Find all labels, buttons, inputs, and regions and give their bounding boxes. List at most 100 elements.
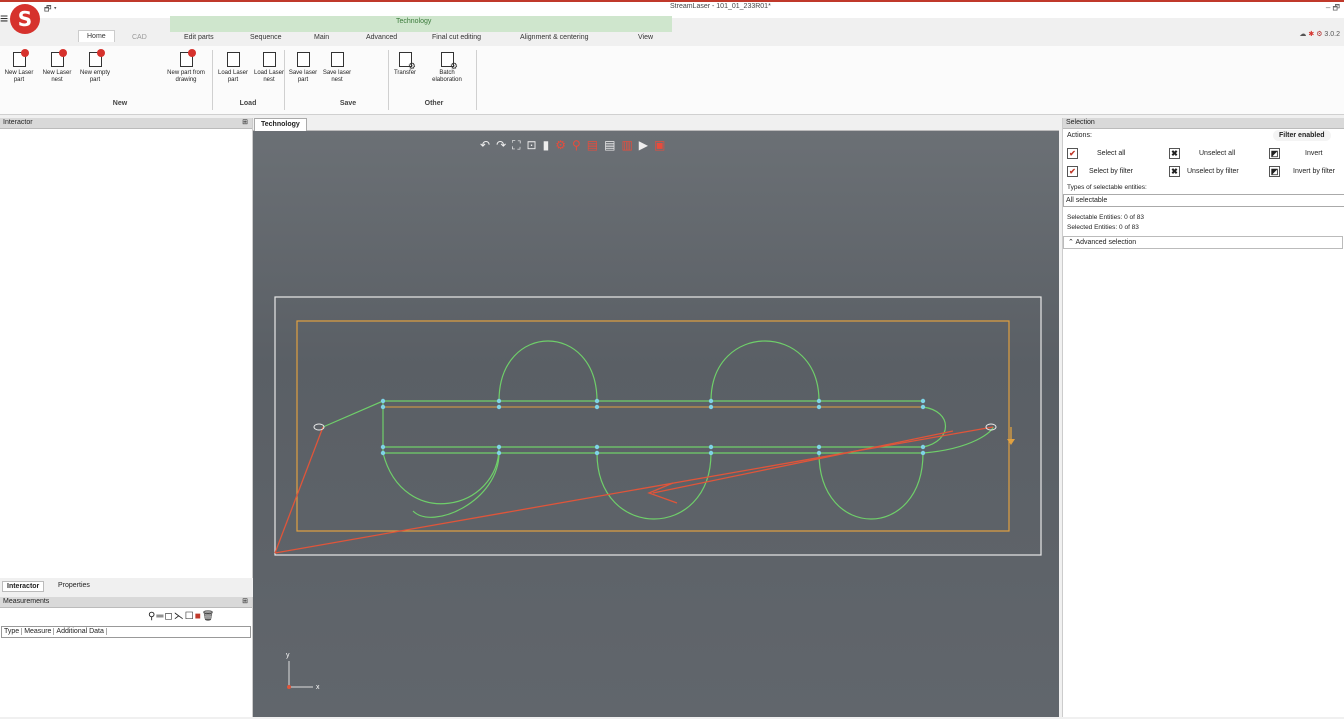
rectangle-measure-icon[interactable]: ◻: [164, 611, 173, 622]
redo-icon[interactable]: ↷: [496, 138, 512, 152]
types-label: Types of selectable entities:: [1067, 184, 1147, 191]
undo-icon[interactable]: ↶: [480, 138, 496, 152]
new-laser-nest-button[interactable]: New Laser nest: [38, 49, 76, 84]
red-box-measure-icon[interactable]: ■: [195, 611, 202, 622]
measurement-tools: ⚲═◻⋋☐■🗑: [148, 611, 215, 622]
panel-tabs: Interactor Properties: [0, 578, 252, 594]
new-empty-part-button[interactable]: New empty part: [76, 49, 114, 84]
load-laser-part-button[interactable]: Load Laser part: [214, 50, 252, 84]
pin-tool-icon[interactable]: ⚲: [572, 138, 587, 152]
tab-alignment-centering[interactable]: Alignment & centering: [520, 34, 588, 41]
pin-icon[interactable]: ⊞: [242, 118, 252, 128]
axis-y-label: y: [286, 652, 290, 659]
chevron-up-icon: ⌃: [1068, 239, 1074, 246]
angle-measure-icon[interactable]: ⋋: [174, 611, 185, 622]
ribbon-separator: [476, 50, 477, 110]
pin-icon[interactable]: ⊞: [242, 597, 252, 607]
save-view-icon[interactable]: ▣: [654, 138, 671, 152]
column-measure[interactable]: Measure: [22, 628, 55, 635]
transfer-icon: ⚙: [397, 52, 416, 71]
save-laser-nest-button[interactable]: Save laser nest: [318, 50, 356, 84]
transfer-button[interactable]: ⚙ Transfer: [386, 50, 424, 77]
column-type[interactable]: Type: [2, 628, 23, 635]
camera-icon[interactable]: ▶: [639, 138, 654, 152]
part-outline: [296, 320, 1010, 532]
status-area: ☁ ✱ ⚙ 3.0.2: [1299, 30, 1340, 38]
tab-main[interactable]: Main: [314, 34, 329, 41]
invert-by-filter-button[interactable]: ◩ Invert by filter: [1269, 166, 1335, 177]
window-title: StreamLaser - 101_01_233R01*: [670, 3, 771, 10]
unselect-all-button[interactable]: ✖ Unselect all: [1169, 148, 1235, 159]
dwg-icon: [178, 49, 196, 68]
delete-icon[interactable]: ▮: [543, 138, 556, 152]
selection-buttons-row-1: ✔ Select all ✖ Unselect all ◩ Invert: [1063, 148, 1344, 159]
check-icon: ✔: [1067, 148, 1078, 159]
unselect-by-filter-button[interactable]: ✖ Unselect by filter: [1169, 166, 1239, 177]
fit-all-icon[interactable]: ⛶: [512, 138, 526, 152]
cad-drawing: x y: [274, 296, 1042, 691]
filter-enabled-toggle[interactable]: Filter enabled: [1273, 130, 1331, 141]
group-new-label: New: [112, 100, 128, 107]
cross-icon: ✖: [1169, 166, 1180, 177]
group-other-label: Other: [424, 100, 444, 107]
quick-access-toolbar[interactable]: 🗗 ▾: [44, 3, 57, 17]
selection-buttons-row-2: ✔ Select by filter ✖ Unselect by filter ◩ I…: [1063, 166, 1344, 177]
viewport-toolbar: ↶↷⛶⊡▮⚙⚲▤▤▥▶▣: [480, 138, 671, 153]
group-load-label: Load: [239, 100, 257, 107]
types-dropdown[interactable]: All selectable: [1063, 194, 1344, 207]
column-additional-data[interactable]: Additional Data: [54, 628, 107, 635]
save-nest-icon: [329, 52, 345, 68]
selection-header: Selection: [1063, 118, 1344, 129]
hamburger-menu-icon[interactable]: ≡: [0, 10, 8, 26]
tab-cad[interactable]: CAD: [132, 34, 147, 41]
selected-count: Selected Entities: 0 of 83: [1067, 224, 1139, 231]
settings-icon[interactable]: ⚙: [555, 138, 572, 152]
tab-properties[interactable]: Properties: [58, 582, 90, 589]
cloud-icon[interactable]: ☁: [1299, 31, 1306, 38]
export-icon[interactable]: ▤: [587, 138, 604, 152]
new-part-from-drawing-button[interactable]: New part from drawing: [164, 49, 208, 84]
check-icon: ✔: [1067, 166, 1078, 177]
axis-gizmo: x y: [286, 652, 320, 691]
tab-interactor[interactable]: Interactor: [2, 581, 45, 592]
alert-icon[interactable]: ✱: [1308, 31, 1314, 38]
new-laser-part-button[interactable]: New Laser part: [0, 49, 38, 84]
load-nest-icon: [261, 52, 277, 68]
actions-row: Actions: Filter enabled: [1063, 130, 1344, 141]
load-laser-nest-button[interactable]: Load Laser nest: [250, 50, 288, 84]
cad-viewport[interactable]: x y: [253, 131, 1059, 717]
tab-technology-view[interactable]: Technology: [254, 118, 307, 131]
clipboard-icon[interactable]: ▥: [621, 138, 638, 152]
app-logo[interactable]: S: [10, 4, 40, 34]
doc-tool-icon[interactable]: ▤: [604, 138, 621, 152]
select-all-button[interactable]: ✔ Select all: [1067, 148, 1125, 159]
cross-icon: ✖: [1169, 148, 1180, 159]
interactor-header: Interactor ⊞: [0, 118, 252, 129]
measurements-table-header: Type Measure Additional Data: [1, 626, 251, 638]
delete-icon[interactable]: 🗑: [202, 611, 216, 622]
new-nest-icon: [49, 49, 67, 68]
selection-panel: Selection Actions: Filter enabled ✔ Selec…: [1062, 118, 1344, 717]
select-by-filter-button[interactable]: ✔ Select by filter: [1067, 166, 1133, 177]
batch-elaboration-button[interactable]: ⚙ Batch elaboration: [424, 50, 470, 84]
tab-advanced[interactable]: Advanced: [366, 34, 397, 41]
empty-part-icon: [87, 49, 105, 68]
invert-icon: ◩: [1269, 166, 1280, 177]
horizontal-paths-orange: [383, 400, 923, 454]
tab-home[interactable]: Home: [78, 30, 115, 42]
tab-edit-parts[interactable]: Edit parts: [184, 34, 214, 41]
save-laser-part-button[interactable]: Save laser part: [284, 50, 322, 84]
tab-sequence[interactable]: Sequence: [250, 34, 282, 41]
invert-button[interactable]: ◩ Invert: [1269, 148, 1323, 159]
tab-final-cut-editing[interactable]: Final cut editing: [432, 34, 481, 41]
window-controls[interactable]: – 🗗: [1326, 2, 1340, 16]
ribbon-separator: [212, 50, 213, 110]
advanced-selection-expander[interactable]: ⌃ Advanced selection: [1063, 236, 1343, 249]
tab-view[interactable]: View: [638, 34, 653, 41]
box-measure-icon[interactable]: ☐: [185, 611, 195, 622]
zoom-window-icon[interactable]: ⊡: [527, 138, 543, 152]
batch-icon: ⚙: [439, 52, 458, 71]
axis-x-label: x: [316, 684, 320, 691]
version-label: 3.0.2: [1324, 31, 1340, 38]
settings-icon[interactable]: ⚙: [1316, 31, 1322, 38]
